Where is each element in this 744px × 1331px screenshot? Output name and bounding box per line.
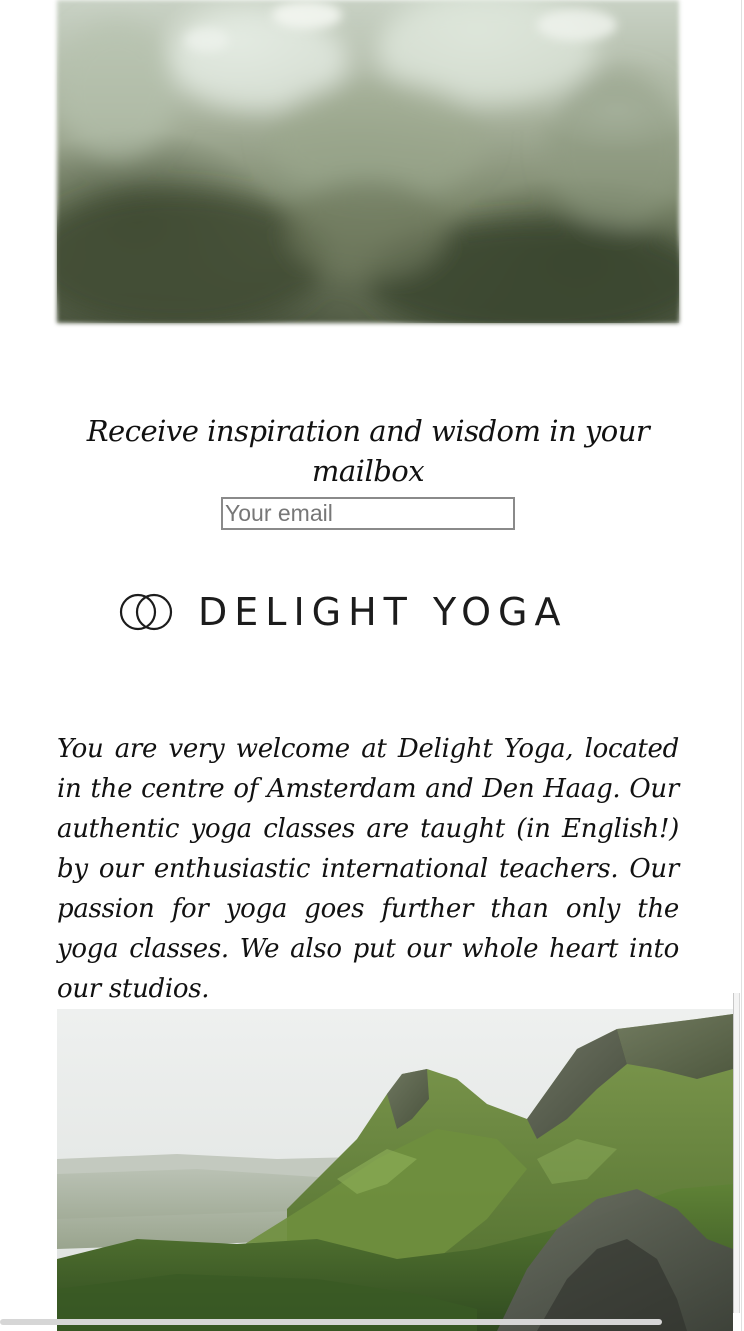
landscape-image — [57, 1009, 733, 1331]
email-input[interactable] — [221, 497, 515, 530]
landscape-illustration — [57, 1009, 733, 1331]
horizontal-scrollbar[interactable] — [0, 1319, 662, 1325]
vertical-scrollbar[interactable] — [733, 993, 740, 1313]
page-edge-divider — [741, 0, 742, 1331]
interlocking-rings-icon — [119, 593, 173, 631]
hero-image-frame — [27, 0, 707, 340]
delight-yoga-logo[interactable]: DELIGHT YOGA — [118, 590, 567, 634]
welcome-text: You are very welcome at Delight Yoga, lo… — [57, 734, 679, 1004]
logo-text: DELIGHT YOGA — [198, 590, 568, 634]
foliage-overlay — [27, 0, 707, 340]
newsletter-heading: Receive inspiration and wisdom in your m… — [86, 414, 650, 488]
page: Receive inspiration and wisdom in your m… — [0, 0, 744, 1331]
